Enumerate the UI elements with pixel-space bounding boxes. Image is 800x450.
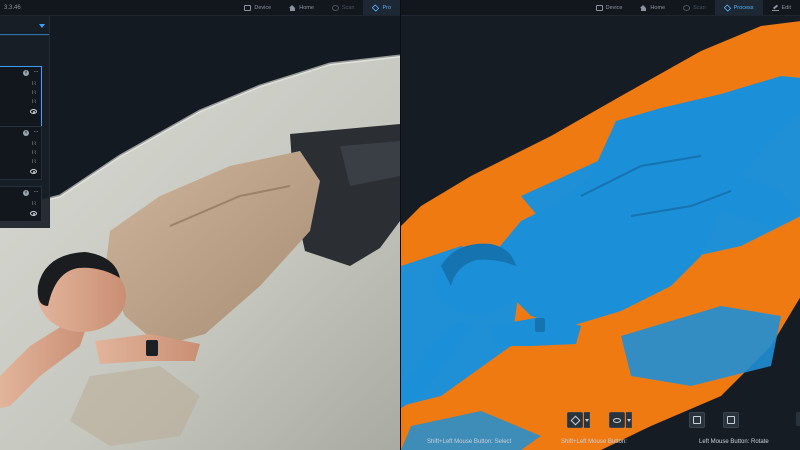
right-topbar: Device Home Scan Process Edit <box>401 0 800 16</box>
scan-card-2-actions: ⌇⌇ ⌇⌇ ⌇⌇ <box>30 142 38 174</box>
wave-icon[interactable]: ⌇⌇ <box>30 151 38 156</box>
app-version: 3.3.46 <box>4 4 21 11</box>
wave-icon[interactable]: ⌇⌇ <box>30 100 38 105</box>
wave-icon[interactable]: ⌇⌇ <box>30 91 38 96</box>
visibility-dropdown[interactable] <box>626 412 632 428</box>
close-icon[interactable]: × <box>23 70 29 76</box>
eye-icon <box>613 417 621 423</box>
eye-icon[interactable] <box>30 169 37 174</box>
scan-card-1-actions: ⌇⌇ ⌇⌇ ⌇⌇ <box>30 82 38 114</box>
tab-process-label: Process <box>733 4 754 11</box>
tab-home[interactable]: Home <box>280 0 323 15</box>
process-icon <box>372 3 380 12</box>
hint-pan: Shift+Left Mouse Button: <box>561 439 627 445</box>
scan-card-3-actions: ⌇⌇ <box>30 202 38 216</box>
tab-device[interactable]: Device <box>587 0 632 15</box>
tab-edit[interactable]: Edit <box>763 0 800 15</box>
scan-icon <box>331 4 339 11</box>
scan-dropdown[interactable] <box>0 16 49 36</box>
tab-scan-label: Scan <box>341 4 355 11</box>
scan-card-2[interactable]: × ··· ⌇⌇ ⌇⌇ ⌇⌇ <box>0 126 42 180</box>
tab-home[interactable]: Home <box>631 0 674 15</box>
close-icon[interactable]: × <box>23 130 29 136</box>
visibility-button[interactable] <box>609 412 625 428</box>
tab-home-label: Home <box>650 4 666 11</box>
view-mode-dropdown[interactable] <box>584 412 590 428</box>
left-viewport[interactable]: 3.3.46 Device Home Scan Pro × ··· ⌇⌇ ⌇⌇ … <box>0 0 400 450</box>
dropdown-underline <box>0 34 49 35</box>
home-icon <box>289 4 296 11</box>
right-viewport[interactable]: Device Home Scan Process Edit Shift+Left… <box>400 0 800 450</box>
tab-device-label: Device <box>254 4 272 11</box>
tab-device[interactable]: Device <box>235 0 280 15</box>
hint-select: Shift+Left Mouse Button: Select <box>427 439 512 445</box>
fit-view-button[interactable] <box>689 412 705 428</box>
more-icon[interactable]: ··· <box>34 69 39 75</box>
tab-device-label: Device <box>605 4 623 11</box>
eye-icon[interactable] <box>30 109 37 114</box>
tab-home-label: Home <box>299 4 314 11</box>
edit-icon <box>771 5 779 11</box>
device-icon <box>244 4 252 11</box>
tab-edit-label: Edit <box>781 4 791 11</box>
wave-icon[interactable]: ⌇⌇ <box>30 202 38 207</box>
hint-rotate: Left Mouse Button: Rotate <box>699 439 769 445</box>
eye-icon[interactable] <box>30 211 37 216</box>
wave-icon[interactable]: ⌇⌇ <box>30 160 38 165</box>
device-icon <box>595 4 603 11</box>
tab-scan-label: Scan <box>693 4 706 11</box>
mesh-overlay-view[interactable] <box>401 16 800 450</box>
scan-list-panel: × ··· ⌇⌇ ⌇⌇ ⌇⌇ × ··· ⌇⌇ ⌇⌇ ⌇⌇ × ··· ⌇⌇ <box>0 16 50 228</box>
process-icon <box>723 3 731 12</box>
fit-view-icon <box>693 416 701 424</box>
more-icon[interactable]: ··· <box>34 129 39 135</box>
reset-view-icon <box>727 416 735 424</box>
left-topbar: 3.3.46 Device Home Scan Pro <box>0 0 400 16</box>
tab-scan[interactable]: Scan <box>674 0 715 15</box>
home-icon <box>640 4 647 11</box>
right-nav-tabs: Device Home Scan Process Edit <box>587 0 800 15</box>
wave-icon[interactable]: ⌇⌇ <box>30 142 38 147</box>
tab-process[interactable]: Process <box>714 0 763 15</box>
scan-icon <box>683 4 691 11</box>
tab-scan[interactable]: Scan <box>323 0 364 15</box>
reset-view-button[interactable] <box>723 412 739 428</box>
textured-scan-mesh <box>0 16 400 450</box>
textured-scan-view[interactable] <box>0 16 400 450</box>
wave-icon[interactable]: ⌇⌇ <box>30 82 38 87</box>
cube-icon <box>570 415 580 425</box>
left-nav-tabs: Device Home Scan Pro <box>235 0 400 15</box>
deviation-mesh <box>401 16 800 450</box>
chevron-down-icon <box>39 24 45 28</box>
tab-process-label: Pro <box>382 4 391 11</box>
more-icon[interactable]: ··· <box>34 189 39 195</box>
view-mode-button[interactable] <box>567 412 583 428</box>
scan-card-3[interactable]: × ··· ⌇⌇ <box>0 186 42 222</box>
right-edge-panel-toggle[interactable] <box>796 412 800 426</box>
tab-process[interactable]: Pro <box>363 0 400 15</box>
close-icon[interactable]: × <box>23 190 29 196</box>
